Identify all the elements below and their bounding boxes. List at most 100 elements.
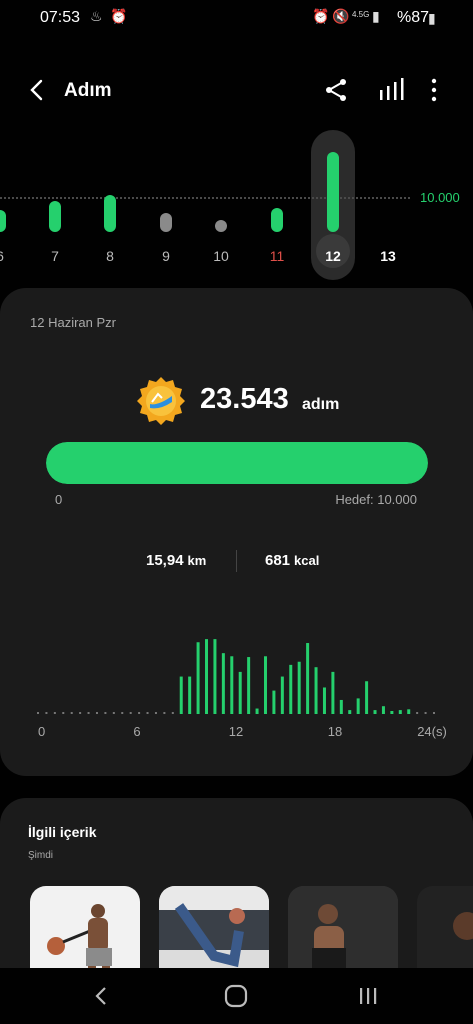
day-label-10[interactable]: 10	[206, 248, 236, 264]
more-vertical-icon	[431, 78, 437, 102]
day-label-12[interactable]: 12	[318, 248, 348, 264]
day-label-6[interactable]: 6	[0, 248, 15, 264]
day-bar-11[interactable]	[271, 208, 283, 232]
hour-bar	[356, 698, 360, 714]
day-label-8[interactable]: 8	[95, 248, 125, 264]
day-bar-7[interactable]	[49, 201, 61, 232]
hour-bar	[373, 710, 377, 714]
related-item-4[interactable]	[417, 886, 473, 978]
day-bar-8[interactable]	[104, 194, 116, 232]
hour-bar	[297, 661, 301, 714]
goal-progress-fill	[46, 442, 428, 484]
hour-bar	[53, 712, 56, 714]
hour-bar	[62, 712, 65, 714]
progress-min-label: 0	[55, 492, 63, 507]
goal-line	[0, 197, 410, 199]
hour-bar	[272, 690, 276, 714]
day-bar-10[interactable]	[215, 220, 227, 232]
hour-bar	[87, 712, 90, 714]
back-nav-icon[interactable]	[92, 986, 112, 1006]
x-tick-label: 6	[133, 724, 140, 739]
x-tick-label: 0	[38, 724, 45, 739]
goal-progress-bar	[46, 442, 428, 484]
hour-bar	[37, 712, 39, 714]
related-item-1[interactable]	[30, 886, 140, 978]
weekly-steps-strip: 10.000 6 7 8 9 10 11 12 13	[0, 130, 473, 280]
hour-bar	[424, 712, 427, 714]
x-tick-label: 24(s)	[417, 724, 447, 739]
x-tick-label: 12	[229, 724, 243, 739]
status-time: 07:53	[40, 9, 81, 26]
recents-nav-icon[interactable]	[358, 986, 378, 1006]
hour-bar	[280, 676, 284, 714]
hour-bar	[95, 712, 98, 714]
goal-label: Hedef: 10.000	[335, 492, 417, 507]
related-item-2[interactable]	[159, 886, 269, 978]
hour-bar	[154, 712, 157, 714]
hour-bar	[331, 671, 335, 714]
alarm-icon: ⏰	[110, 8, 128, 24]
back-button[interactable]	[26, 78, 50, 102]
workout-image	[47, 904, 112, 978]
related-title: İlgili içerik	[28, 824, 97, 840]
status-bar: 07:53 ♨ ⏰ ⏰ 🔇 4.5G ▮ %87 ▮	[0, 0, 473, 36]
hour-bar	[221, 653, 225, 714]
system-navigation-bar	[0, 968, 473, 1024]
trends-button[interactable]	[377, 76, 405, 104]
distance-stat: 15,94 km	[146, 552, 206, 569]
day-bar-6[interactable]	[0, 209, 6, 232]
battery-icon: ▮	[428, 10, 436, 26]
x-tick-label: 18	[328, 724, 342, 739]
hour-bar	[247, 657, 251, 714]
goal-line-label: 10.000	[420, 190, 460, 205]
share-button[interactable]	[323, 76, 351, 104]
hour-bar	[230, 656, 234, 714]
hour-bar	[171, 712, 174, 714]
bar-chart-icon	[380, 78, 404, 100]
hour-bar	[255, 708, 259, 714]
hour-bar	[416, 712, 419, 714]
hour-bar	[238, 671, 242, 714]
calorie-value: 681	[265, 552, 291, 569]
hour-bar	[196, 642, 200, 714]
hour-bar	[129, 712, 132, 714]
day-bar-12[interactable]	[327, 152, 339, 232]
stat-divider	[236, 550, 237, 572]
hour-bar	[70, 712, 73, 714]
hour-bar	[314, 667, 318, 714]
hour-bar	[188, 676, 192, 714]
page-title: Adım	[64, 80, 112, 101]
related-subtitle: Şimdi	[28, 850, 54, 861]
hourly-steps-chart: 0 6 12 18 24(s)	[37, 639, 447, 739]
app-header: Adım	[0, 60, 473, 120]
distance-value: 15,94	[146, 552, 184, 569]
calorie-stat: 681 kcal	[265, 552, 319, 569]
hour-bar	[306, 643, 310, 714]
home-nav-icon[interactable]	[224, 984, 248, 1008]
hour-bar	[398, 710, 402, 714]
mute-icon: 🔇	[332, 8, 350, 24]
day-label-13[interactable]: 13	[373, 248, 403, 264]
related-item-3[interactable]	[288, 886, 398, 978]
hour-bar	[381, 706, 385, 714]
day-label-7[interactable]: 7	[40, 248, 70, 264]
hour-bar	[112, 712, 115, 714]
hour-bar	[45, 712, 48, 714]
calorie-unit: kcal	[294, 553, 320, 568]
hour-bar	[433, 712, 435, 714]
hour-bar	[146, 712, 149, 714]
more-options-button[interactable]	[424, 76, 452, 104]
day-bar-9[interactable]	[160, 213, 172, 232]
hour-bar	[205, 639, 209, 714]
chevron-left-icon	[30, 79, 43, 101]
hour-bar	[322, 687, 326, 714]
achievement-medal-icon	[137, 377, 185, 425]
signal-icon: ▮	[372, 8, 380, 24]
day-label-11[interactable]: 11	[262, 248, 292, 264]
hour-bar	[163, 712, 166, 714]
daily-steps-card: 12 Haziran Pzr 23.543 adım 0 Hedef: 10.0…	[0, 288, 473, 776]
hour-bar	[348, 710, 352, 714]
day-label-9[interactable]: 9	[151, 248, 181, 264]
hour-bar	[263, 656, 267, 714]
hour-bar	[365, 681, 369, 714]
